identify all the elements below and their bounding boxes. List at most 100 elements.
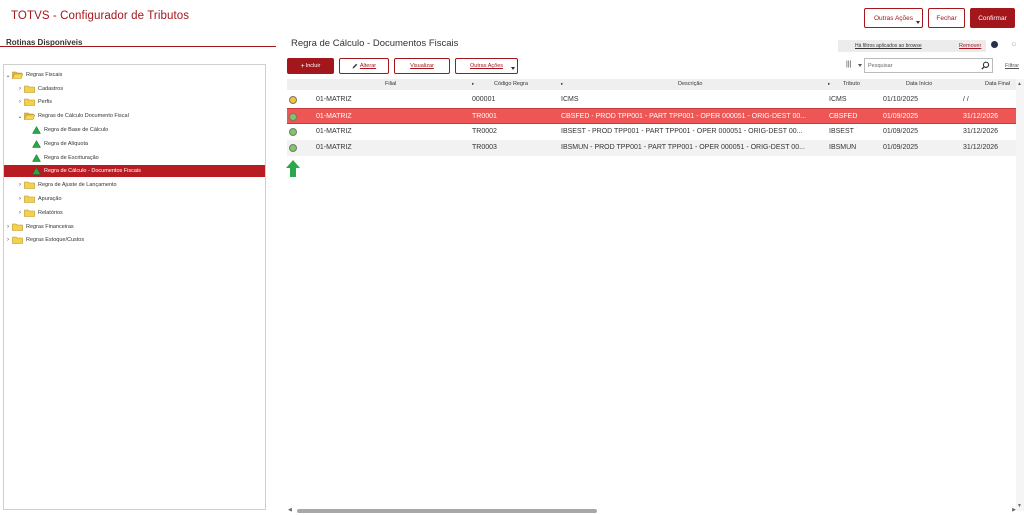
other-actions-header-button[interactable]: Outras Ações: [864, 8, 923, 28]
chevron-right-icon[interactable]: ›: [16, 84, 24, 94]
tree-item[interactable]: › Regras Financeiras: [4, 221, 74, 233]
cell-filial: 01-MATRIZ: [316, 144, 352, 151]
chevron-down-icon[interactable]: [858, 64, 862, 67]
folder-icon: [24, 181, 35, 189]
tree-item-label: Regra de Escrituração: [44, 155, 99, 161]
tree-item-label: Regras Estoque/Custos: [26, 237, 85, 243]
cell-data-final: 31/12/2026: [963, 113, 999, 120]
chevron-down-icon[interactable]: ⌄: [4, 70, 12, 80]
tree-item[interactable]: Regra de Base de Cálculo: [28, 124, 108, 136]
status-indicator-icon: [289, 144, 297, 152]
scroll-right-icon[interactable]: ▶: [1012, 507, 1016, 513]
cell-filial: 01-MATRIZ: [316, 128, 352, 135]
chevron-right-icon[interactable]: ›: [4, 222, 12, 232]
scroll-down-icon[interactable]: ▼: [1017, 503, 1022, 509]
chevron-right-icon[interactable]: ›: [16, 208, 24, 218]
filter-link[interactable]: Filtrar: [1005, 63, 1019, 69]
sort-arrow-icon[interactable]: ▸: [561, 81, 563, 87]
chevron-right-icon[interactable]: ›: [16, 97, 24, 107]
cell-codigo: TR0001: [472, 113, 497, 120]
table-row[interactable]: 01-MATRIZ TR0003 IBSMUN - PROD TPP001 - PA…: [287, 140, 1016, 156]
column-header-data-final[interactable]: Data Final: [985, 81, 1010, 87]
table-row[interactable]: 01-MATRIZ 000001 ICMS ICMS 01/10/2025 / /: [287, 92, 1016, 108]
scroll-up-icon[interactable]: ▲: [1017, 81, 1022, 87]
other-actions-label: Outras Ações: [469, 63, 504, 69]
cell-data-inicio: 01/09/2025: [883, 113, 919, 120]
horizontal-scroll-thumb[interactable]: [297, 509, 597, 513]
alter-button[interactable]: Alterar: [339, 58, 389, 74]
cell-descricao: ICMS: [561, 96, 579, 103]
green-triangle-icon: [32, 166, 41, 175]
left-panel-divider: [0, 46, 276, 47]
folder-icon: [12, 223, 23, 231]
folder-icon: [24, 209, 35, 217]
tree-item[interactable]: › Relatórios: [16, 207, 63, 219]
cell-data-final: / /: [963, 96, 969, 103]
chevron-down-icon: [511, 67, 515, 70]
search-box: [864, 58, 993, 73]
table-row[interactable]: 01-MATRIZ TR0002 IBSEST - PROD TPP001 - PA…: [287, 124, 1016, 140]
sort-arrow-icon[interactable]: ▸: [828, 81, 830, 87]
tree-item[interactable]: Regra de Cálculo - Documentos Fiscais: [4, 165, 265, 177]
tree-item[interactable]: › Regras Estoque/Custos: [4, 234, 84, 246]
plus-icon: +: [300, 62, 305, 70]
tree-item-label: Apuração: [38, 196, 62, 202]
cell-filial: 01-MATRIZ: [316, 113, 352, 120]
status-indicator-icon: [289, 96, 297, 104]
scroll-left-icon[interactable]: ◀: [288, 507, 292, 513]
green-triangle-icon: [32, 153, 41, 162]
tree-item[interactable]: › Perfis: [16, 96, 52, 108]
alter-label: Alterar: [359, 63, 377, 69]
gear-icon[interactable]: ☼: [1010, 39, 1017, 48]
view-button[interactable]: Visualizar: [394, 58, 450, 74]
tree-item-label: Regra de Base de Cálculo: [44, 127, 109, 133]
column-header-codigo[interactable]: Código Regra: [494, 81, 528, 87]
folder-open-icon: [12, 71, 23, 79]
include-button[interactable]: + Incluir: [287, 58, 334, 74]
routine-tree: ⌄ Regras Fiscais › Cadastros › Perfis ⌄ Regras …: [3, 64, 266, 510]
tree-item[interactable]: › Apuração: [16, 193, 62, 205]
tree-item[interactable]: › Cadastros: [16, 83, 63, 95]
vertical-scrollbar[interactable]: ▲ ▼: [1016, 79, 1024, 511]
sort-arrow-icon[interactable]: ▸: [472, 81, 474, 87]
cell-tributo: IBSEST: [829, 128, 854, 135]
cell-descricao: IBSEST - PROD TPP001 - PART TPP001 - OPE…: [561, 128, 803, 135]
tree-item-label: Regras Financeiras: [26, 224, 74, 230]
chevron-down-icon[interactable]: ⌄: [16, 111, 24, 121]
tree-item[interactable]: › Regra de Ajuste de Lançamento: [16, 179, 117, 191]
chevron-right-icon[interactable]: ›: [16, 180, 24, 190]
folder-icon: [24, 98, 35, 106]
tree-item[interactable]: Regra de Escrituração: [28, 152, 99, 164]
pencil-icon: [352, 63, 358, 69]
tree-item-label: Cadastros: [38, 86, 64, 92]
folder-open-icon: [24, 112, 35, 120]
remove-filter-link[interactable]: Remover: [959, 43, 981, 49]
column-header-filial[interactable]: Filial: [385, 81, 396, 87]
columns-icon[interactable]: |||: [846, 61, 851, 68]
confirm-button[interactable]: Confirmar: [970, 8, 1015, 28]
tree-item[interactable]: ⌄ Regras de Cálculo Documento Fiscal: [16, 110, 129, 122]
chevron-right-icon[interactable]: ›: [4, 235, 12, 245]
arrow-up-icon[interactable]: [286, 160, 300, 177]
search-input[interactable]: [866, 60, 978, 71]
cell-descricao: CBSFED - PROD TPP001 - PART TPP001 - OPE…: [561, 113, 807, 120]
filter-notice-link[interactable]: Há filtros aplicados ao browse: [855, 43, 922, 49]
folder-icon: [24, 85, 35, 93]
tree-item[interactable]: Regra de Alíquota: [28, 138, 88, 150]
search-icon[interactable]: [981, 61, 990, 70]
cell-codigo: 000001: [472, 96, 496, 103]
table-row[interactable]: 01-MATRIZ TR0001 CBSFED - PROD TPP001 - PA…: [287, 108, 1016, 124]
cell-descricao: IBSMUN - PROD TPP001 - PART TPP001 - OPE…: [561, 144, 805, 151]
tree-item-label: Regra de Cálculo - Documentos Fiscais: [44, 168, 141, 174]
chevron-right-icon[interactable]: ›: [16, 194, 24, 204]
close-button[interactable]: Fechar: [928, 8, 965, 28]
column-header-data-inicio[interactable]: Data Início: [906, 81, 932, 87]
help-icon[interactable]: [991, 41, 998, 48]
column-header-tributo[interactable]: Tributo: [843, 81, 860, 87]
tree-item-label: Regra de Ajuste de Lançamento: [38, 182, 117, 188]
grid-header: Filial ▸ Código Regra ▸ Descrição ▸ Trib…: [287, 79, 1016, 90]
other-actions-button[interactable]: Outras Ações: [455, 58, 518, 74]
horizontal-scrollbar[interactable]: ◀ ▶: [287, 507, 1016, 514]
column-header-descricao[interactable]: Descrição: [678, 81, 702, 87]
tree-item[interactable]: ⌄ Regras Fiscais: [4, 69, 62, 81]
